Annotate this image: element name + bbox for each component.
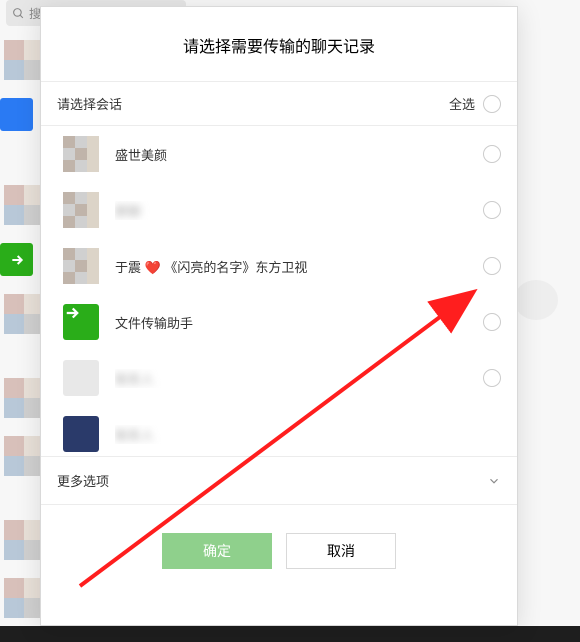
conversation-name: 群聊: [115, 201, 475, 220]
row-radio[interactable]: [483, 313, 501, 331]
conversation-row[interactable]: 盛世美颜: [41, 126, 517, 182]
conversation-row[interactable]: 文件传输助手: [41, 294, 517, 350]
cancel-button[interactable]: 取消: [286, 533, 396, 569]
sidebar-avatar[interactable]: [4, 294, 44, 334]
conversation-row[interactable]: 于震 ❤️ 《闪亮的名字》东方卫视: [41, 238, 517, 294]
select-all-button[interactable]: 全选: [449, 94, 501, 113]
wechat-logo-icon: [514, 280, 558, 320]
avatar-icon: [63, 360, 99, 396]
conversation-name: 盛世美颜: [115, 145, 475, 164]
conversation-name: 文件传输助手: [115, 313, 475, 332]
select-session-label: 请选择会话: [57, 94, 122, 113]
sidebar-avatar[interactable]: [4, 436, 44, 476]
conversation-row[interactable]: 联系人: [41, 350, 517, 406]
avatar-icon: [63, 192, 99, 228]
avatar-icon: [63, 136, 99, 172]
row-radio[interactable]: [483, 369, 501, 387]
conversation-row[interactable]: 群聊: [41, 182, 517, 238]
row-radio[interactable]: [483, 201, 501, 219]
sidebar-avatar[interactable]: [4, 40, 44, 80]
sidebar-avatar[interactable]: [4, 378, 44, 418]
conversation-list: 盛世美颜 群聊 于震 ❤️ 《闪亮的名字》东方卫视 文件传输助手 联系人: [41, 126, 517, 456]
conversation-name: 联系人: [115, 425, 501, 444]
row-radio[interactable]: [483, 145, 501, 163]
sidebar-avatar[interactable]: [4, 520, 44, 560]
dialog-title: 请选择需要传输的聊天记录: [41, 7, 517, 81]
search-icon: [12, 7, 25, 20]
conversation-name: 联系人: [115, 369, 475, 388]
avatar-icon: [63, 248, 99, 284]
dialog-footer: 确定 取消: [41, 505, 517, 569]
select-all-label: 全选: [449, 94, 475, 113]
more-options-label: 更多选项: [57, 471, 109, 490]
sidebar-avatar[interactable]: [4, 578, 44, 618]
avatar-icon: [63, 304, 99, 340]
select-all-radio[interactable]: [483, 95, 501, 113]
sidebar-avatar[interactable]: [4, 185, 44, 225]
conversation-name: 于震 ❤️ 《闪亮的名字》东方卫视: [115, 257, 475, 276]
transfer-dialog: 请选择需要传输的聊天记录 请选择会话 全选 盛世美颜 群聊 于震 ❤️ 《闪亮的…: [40, 6, 518, 626]
bottom-bar: [0, 626, 580, 642]
more-options-row[interactable]: 更多选项: [41, 456, 517, 505]
confirm-button[interactable]: 确定: [162, 533, 272, 569]
select-session-header: 请选择会话 全选: [41, 81, 517, 126]
sidebar-icon-docs[interactable]: [0, 98, 33, 131]
chevron-down-icon: [487, 474, 501, 488]
row-radio[interactable]: [483, 257, 501, 275]
sidebar-icon-transfer[interactable]: [0, 243, 33, 276]
avatar-icon: [63, 416, 99, 452]
conversation-row[interactable]: 联系人: [41, 406, 517, 452]
